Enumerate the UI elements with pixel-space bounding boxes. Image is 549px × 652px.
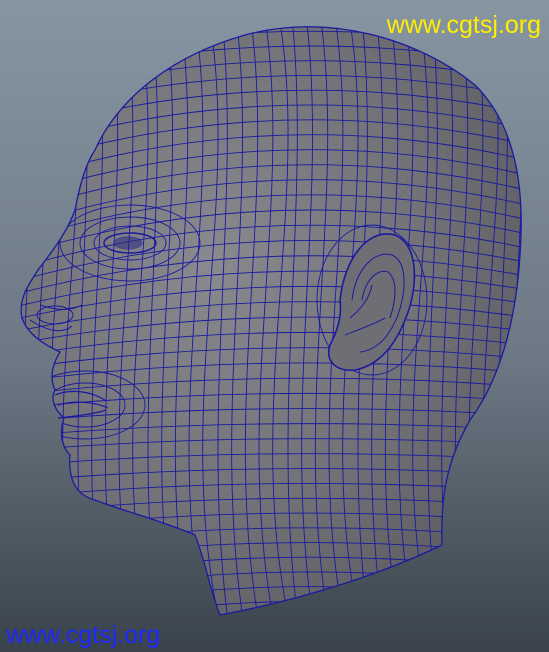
watermark-bottom: www.cgtsj.org: [6, 621, 161, 649]
mesh-longitude-line: [21, 26, 23, 616]
head-wireframe-model[interactable]: [0, 0, 549, 652]
3d-viewport[interactable]: www.cgtsj.org www.cgtsj.org: [0, 0, 549, 652]
mesh-longitude-line: [511, 26, 522, 616]
watermark-top: www.cgtsj.org: [386, 11, 541, 39]
mesh-longitude-line: [525, 0, 544, 652]
head-surface: [21, 26, 522, 616]
